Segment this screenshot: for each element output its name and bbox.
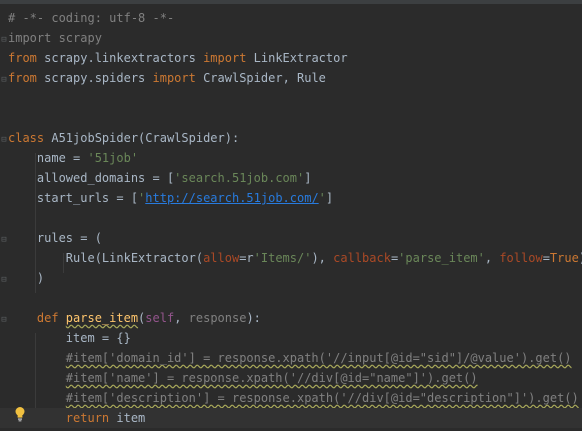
code-token: ): bbox=[246, 311, 261, 325]
code-token: start_urls = [ bbox=[8, 191, 139, 205]
code-token: #item['domain_id'] = response.xpath('//i… bbox=[65, 351, 572, 365]
code-token: =r bbox=[239, 251, 254, 265]
fold-marker-icon[interactable]: ⊟ bbox=[0, 73, 8, 87]
code-token: return bbox=[65, 411, 117, 425]
code-token: item bbox=[116, 411, 146, 425]
code-line[interactable]: item = {} bbox=[8, 328, 131, 348]
code-token: #item['name'] = response.xpath('//div[@i… bbox=[65, 371, 478, 385]
code-token: class bbox=[8, 131, 52, 145]
code-token: 'search.51job.com' bbox=[174, 171, 305, 185]
code-token: callback bbox=[333, 251, 391, 265]
code-token: follow bbox=[499, 251, 543, 265]
code-token: 'parse_item' bbox=[398, 251, 485, 265]
code-line[interactable]: Rule(LinkExtractor(allow=r'Items/'), cal… bbox=[8, 248, 582, 268]
code-line[interactable]: # -*- coding: utf-8 -*- bbox=[8, 8, 174, 28]
fold-marker-icon[interactable]: ⊟ bbox=[0, 133, 8, 147]
code-token: # -*- coding: utf-8 -*- bbox=[8, 11, 175, 25]
code-token: allow bbox=[203, 251, 240, 265]
code-line[interactable]: #item['description'] = response.xpath('/… bbox=[8, 388, 579, 408]
code-token: ] bbox=[325, 191, 334, 205]
code-line[interactable]: from scrapy.linkextractors import LinkEx… bbox=[8, 48, 348, 68]
code-token: ), bbox=[311, 251, 334, 265]
code-token: CrawlSpider bbox=[203, 71, 283, 85]
code-line[interactable]: start_urls = ['http://search.51job.com/'… bbox=[8, 188, 333, 208]
code-token: allowed_domains = [ bbox=[8, 171, 175, 185]
fold-marker-icon[interactable]: ⊟ bbox=[0, 33, 8, 47]
code-token: http://search.51job.com/ bbox=[145, 191, 319, 205]
code-token: = bbox=[542, 251, 550, 265]
lightbulb-icon[interactable] bbox=[14, 406, 26, 422]
code-token: import bbox=[203, 51, 254, 65]
code-token: scrapy.spiders bbox=[44, 71, 153, 85]
code-token: from bbox=[8, 71, 45, 85]
code-token: ' bbox=[318, 191, 326, 205]
code-line[interactable]: allowed_domains = ['search.51job.com'] bbox=[8, 168, 312, 188]
code-line[interactable]: import scrapy bbox=[8, 28, 102, 48]
code-line[interactable]: return item bbox=[0, 408, 582, 428]
code-token: , bbox=[174, 311, 189, 325]
code-token: #item['description'] = response.xpath('/… bbox=[65, 391, 579, 405]
code-token: True bbox=[549, 251, 579, 265]
code-line[interactable]: rules = ( bbox=[8, 228, 102, 248]
code-line[interactable]: name = '51job' bbox=[8, 148, 138, 168]
code-line[interactable]: #item['domain_id'] = response.xpath('//i… bbox=[8, 348, 572, 368]
code-line[interactable]: from scrapy.spiders import CrawlSpider, … bbox=[8, 68, 326, 88]
code-token: Rule(LinkExtractor( bbox=[8, 251, 204, 265]
code-token: ] bbox=[304, 171, 312, 185]
code-token: from bbox=[8, 51, 45, 65]
code-token: name = bbox=[8, 151, 88, 165]
code-token: import scrapy bbox=[8, 31, 102, 45]
code-token: parse_item bbox=[65, 311, 139, 325]
code-token: , Rule bbox=[282, 71, 326, 85]
code-editor[interactable]: ⊟ ⊟ ⊟ ⊟ ⊟ ⊟ # -*- coding: utf-8 -*- impor… bbox=[0, 8, 582, 431]
code-token: self bbox=[145, 311, 175, 325]
code-token: LinkExtractor bbox=[253, 51, 348, 65]
code-token: A51jobSpider(CrawlSpider): bbox=[51, 131, 240, 145]
code-token: import bbox=[152, 71, 204, 85]
tab-bar-strip bbox=[0, 0, 582, 4]
fold-marker-icon[interactable]: ⊟ bbox=[0, 313, 8, 327]
fold-marker-icon[interactable]: ⊟ bbox=[0, 233, 8, 247]
code-token: '51job' bbox=[87, 151, 139, 165]
code-token: scrapy.linkextractors bbox=[44, 51, 204, 65]
code-line[interactable]: def parse_item(self, response): bbox=[8, 308, 261, 328]
code-token: response bbox=[188, 311, 247, 325]
code-line[interactable]: class A51jobSpider(CrawlSpider): bbox=[8, 128, 239, 148]
code-token: item = {} bbox=[8, 331, 131, 345]
code-token: , bbox=[484, 251, 500, 265]
code-token: rules = ( bbox=[8, 231, 102, 245]
code-line[interactable]: ) bbox=[8, 268, 44, 288]
code-line[interactable]: #item['name'] = response.xpath('//div[@i… bbox=[8, 368, 478, 388]
code-token: def bbox=[8, 311, 66, 325]
code-token: ) bbox=[8, 271, 45, 285]
code-token: 'Items/' bbox=[253, 251, 312, 265]
fold-marker-icon[interactable]: ⊟ bbox=[0, 273, 8, 287]
